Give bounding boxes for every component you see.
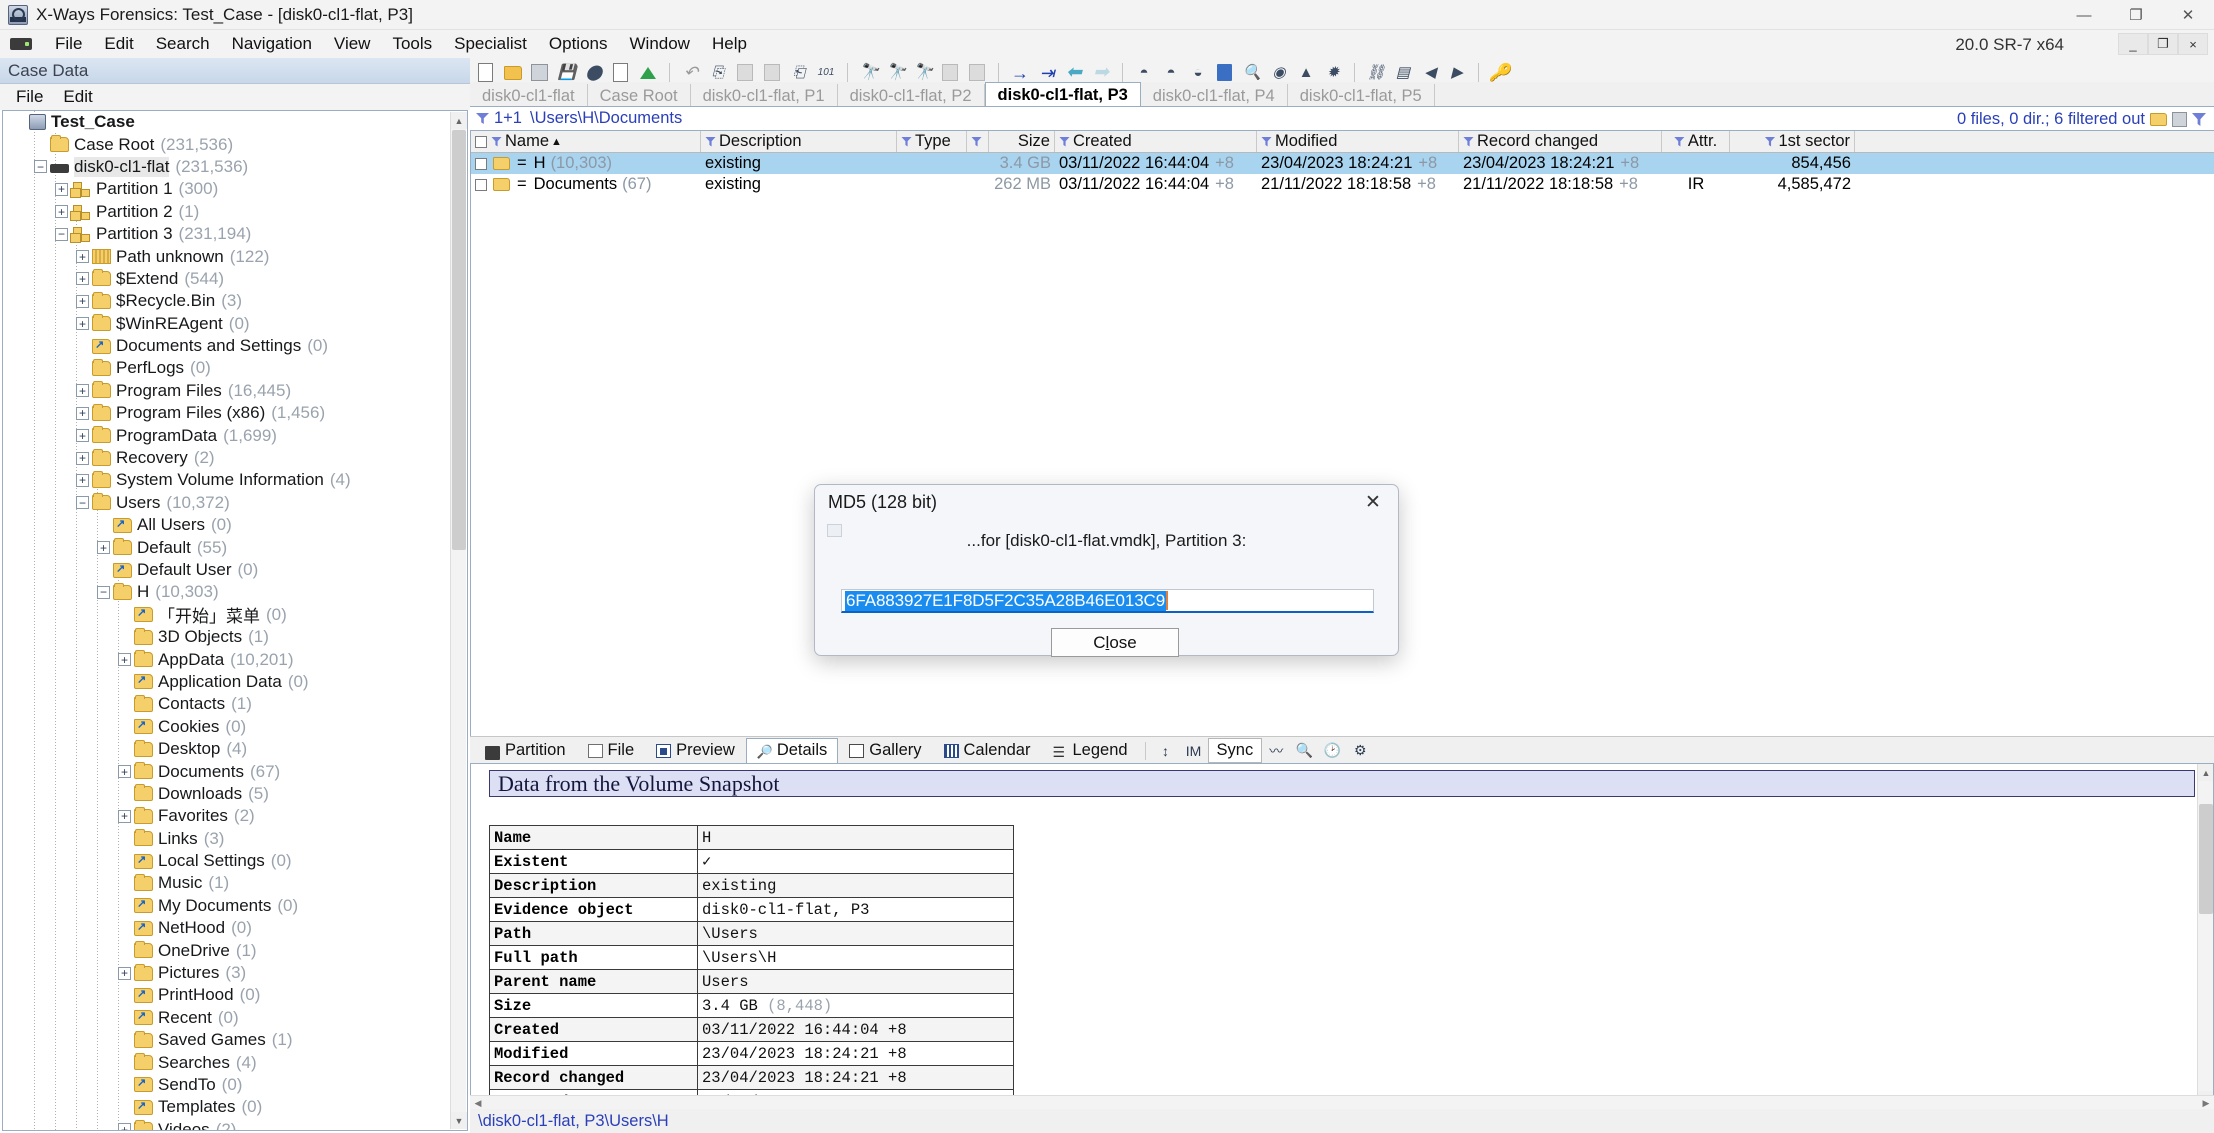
text-caret xyxy=(1166,591,1169,610)
md5-hash-field[interactable]: 6FA883927E1F8D5F2C35A28B46E013C9 xyxy=(841,589,1374,613)
dialog-subtitle: ...for [disk0-cl1-flat.vmdk], Partition … xyxy=(966,531,1247,550)
dialog-decor-box xyxy=(827,524,842,537)
dialog-close-icon[interactable]: ✕ xyxy=(1352,487,1394,517)
application-window: X-Ways Forensics: Test_Case - [disk0-cl1… xyxy=(0,0,2214,1133)
md5-dialog: MD5 (128 bit) ✕ ...for [disk0-cl1-flat.v… xyxy=(814,484,1399,657)
close-button[interactable]: Cl ose xyxy=(1051,628,1179,657)
close-button-pre: C xyxy=(1093,632,1106,652)
md5-hash-value: 6FA883927E1F8D5F2C35A28B46E013C9 xyxy=(845,590,1167,611)
dialog-title: MD5 (128 bit) xyxy=(828,491,938,512)
close-button-post: ose xyxy=(1109,632,1137,652)
modal-overlay: MD5 (128 bit) ✕ ...for [disk0-cl1-flat.v… xyxy=(0,0,2214,1133)
